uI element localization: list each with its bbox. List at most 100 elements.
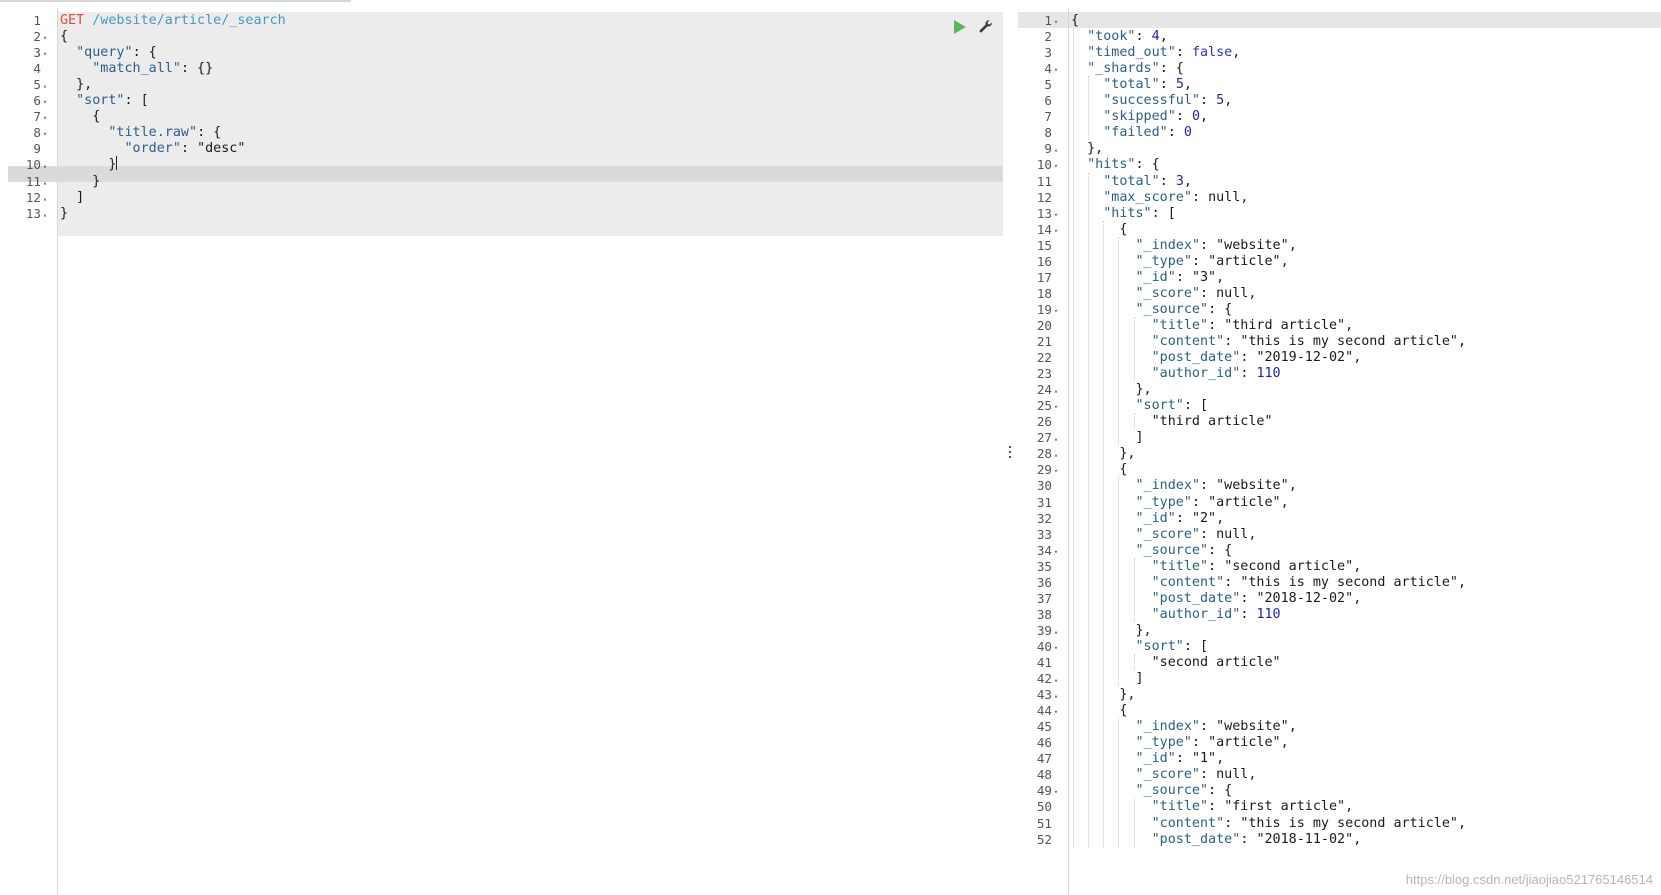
drag-handle-icon [1009, 446, 1012, 460]
code-line[interactable]: "took": 4, [1071, 28, 1168, 45]
code-line[interactable]: { [60, 28, 68, 45]
code-line[interactable]: GET /website/article/_search [60, 12, 286, 29]
token-punc: : [1135, 29, 1152, 45]
code-line[interactable]: "author_id": 110 [1071, 606, 1281, 623]
token-punc [60, 93, 76, 108]
token-str: "2019-12-02" [1256, 350, 1354, 366]
code-line[interactable]: "sort": [ [1071, 638, 1209, 655]
token-punc: }, [1071, 382, 1152, 398]
code-line[interactable]: ] [1071, 429, 1143, 446]
code-line[interactable]: "match_all": {} [60, 60, 213, 77]
run-request-button[interactable] [952, 18, 970, 38]
code-line[interactable]: "sort": [ [60, 92, 149, 109]
code-line[interactable]: "_score": null, [1071, 766, 1257, 783]
code-line[interactable]: "query": { [60, 44, 157, 61]
line-number-label: 27 [1036, 430, 1052, 446]
token-punc [1071, 125, 1103, 140]
code-line[interactable]: }, [1071, 445, 1135, 462]
line-number-label: 10 [1036, 157, 1052, 173]
line-number: 5 ▴ [0, 76, 57, 93]
code-line[interactable]: "_type": "article", [1071, 253, 1289, 270]
code-line[interactable]: { [60, 108, 100, 125]
code-line[interactable]: "sort": [ [1071, 397, 1209, 414]
code-line[interactable]: ] [60, 189, 84, 206]
token-punc [60, 61, 92, 76]
code-line[interactable]: "author_id": 110 [1071, 365, 1281, 382]
token-punc: , [1224, 93, 1233, 109]
code-line[interactable]: "_id": "2", [1071, 510, 1225, 527]
code-line[interactable]: } [60, 173, 100, 190]
code-line[interactable]: "order": "desc" [60, 140, 246, 157]
code-line[interactable]: "_type": "article", [1071, 494, 1289, 511]
token-key: "took" [1087, 29, 1136, 45]
fold-end-icon[interactable]: ▴ [41, 207, 49, 224]
code-line[interactable]: "total": 3, [1071, 173, 1192, 190]
line-number-label: 36 [1036, 574, 1052, 590]
code-line[interactable]: }, [60, 76, 92, 93]
code-line[interactable]: "total": 5, [1071, 76, 1192, 93]
code-line[interactable]: "post_date": "2018-11-02", [1071, 831, 1362, 848]
code-line[interactable]: "_type": "article", [1071, 734, 1289, 751]
code-line[interactable]: "_source": { [1071, 542, 1233, 559]
code-line[interactable]: "content": "this is my second article", [1071, 574, 1466, 591]
code-line[interactable]: }, [1071, 140, 1103, 157]
token-punc: : [1200, 719, 1217, 735]
code-line[interactable]: "skipped": 0, [1071, 108, 1208, 125]
code-line[interactable]: "_score": null, [1071, 526, 1257, 543]
code-line[interactable]: "third article" [1071, 413, 1273, 430]
code-line[interactable]: "second article" [1071, 654, 1281, 671]
code-line[interactable]: "max_score": null, [1071, 189, 1248, 206]
line-number-label: 48 [1036, 767, 1052, 783]
code-line[interactable]: "hits": [ [1071, 205, 1176, 222]
code-line[interactable]: "_index": "website", [1071, 718, 1297, 735]
line-number-label: 28 [1036, 446, 1052, 462]
token-key: "_source" [1135, 301, 1209, 317]
code-line[interactable]: "title": "second article", [1071, 558, 1362, 575]
line-number-label: 5 [1044, 77, 1052, 93]
code-line[interactable]: "_id": "3", [1071, 269, 1225, 286]
code-line[interactable]: "title.raw": { [60, 124, 221, 141]
code-line[interactable]: "post_date": "2019-12-02", [1071, 349, 1362, 366]
code-line[interactable]: "_index": "website", [1071, 237, 1297, 254]
response-viewer[interactable]: 1 ▾ 2 3 4 ▾ 5 6 7 8 9 ▴ 10 ▾ 11 12 13 ▾ 14 ▾ 15 16 17 18 19 ▾ 20 21… [1018, 8, 1661, 895]
code-line[interactable]: }, [1071, 686, 1135, 703]
pane-resizer[interactable] [1003, 0, 1018, 895]
line-number: 21 [1018, 333, 1068, 350]
token-punc [1071, 270, 1136, 285]
code-line[interactable]: "title": "third article", [1071, 317, 1354, 334]
code-line[interactable]: "content": "this is my second article", [1071, 815, 1466, 832]
code-line[interactable]: "_source": { [1071, 301, 1233, 318]
line-number-label: 37 [1036, 590, 1052, 606]
code-line[interactable]: "hits": { [1071, 156, 1160, 173]
code-line[interactable]: } [60, 205, 68, 222]
request-settings-button[interactable] [978, 18, 996, 38]
line-number-label: 50 [1036, 799, 1052, 815]
code-line[interactable]: "_source": { [1071, 782, 1233, 799]
code-line[interactable]: { [1071, 12, 1079, 29]
code-line[interactable]: "_score": null, [1071, 285, 1257, 302]
token-punc [1071, 735, 1136, 750]
token-punc [1071, 254, 1136, 269]
code-line[interactable]: "successful": 5, [1071, 92, 1232, 109]
code-line[interactable]: ] [1071, 670, 1143, 687]
line-number: 38 [1018, 606, 1068, 623]
code-line[interactable]: { [1071, 461, 1127, 478]
code-line[interactable]: }, [1071, 622, 1151, 639]
response-code[interactable]: { "took": 4, "timed_out": false, "_shard… [1069, 8, 1661, 895]
code-line[interactable]: "content": "this is my second article", [1071, 333, 1466, 350]
code-line[interactable]: "failed": 0 [1071, 124, 1192, 141]
code-line[interactable]: } [60, 156, 118, 173]
code-line[interactable]: "_id": "1", [1071, 750, 1225, 767]
code-line[interactable]: }, [1071, 381, 1152, 398]
line-number-label: 44 [1036, 703, 1052, 719]
code-line[interactable]: "post_date": "2018-12-02", [1071, 590, 1362, 607]
code-line[interactable]: { [1071, 221, 1127, 238]
code-line[interactable]: "title": "first article", [1071, 798, 1354, 815]
code-line[interactable]: "timed_out": false, [1071, 44, 1240, 61]
code-line[interactable]: "_index": "website", [1071, 477, 1297, 494]
request-code[interactable]: GET /website/article/_search{ "query": {… [58, 8, 1003, 895]
line-number-label: 47 [1036, 751, 1052, 767]
code-line[interactable]: "_shards": { [1071, 60, 1184, 77]
code-line[interactable]: { [1071, 702, 1127, 719]
request-editor[interactable]: 1 2 ▾ 3 ▾ 4 5 ▴ 6 ▾ 7 ▾ 8 ▾ 9 10 ▴ 11 ▴ 12 ▴ 13 ▴ GET /website… [0, 8, 1003, 895]
